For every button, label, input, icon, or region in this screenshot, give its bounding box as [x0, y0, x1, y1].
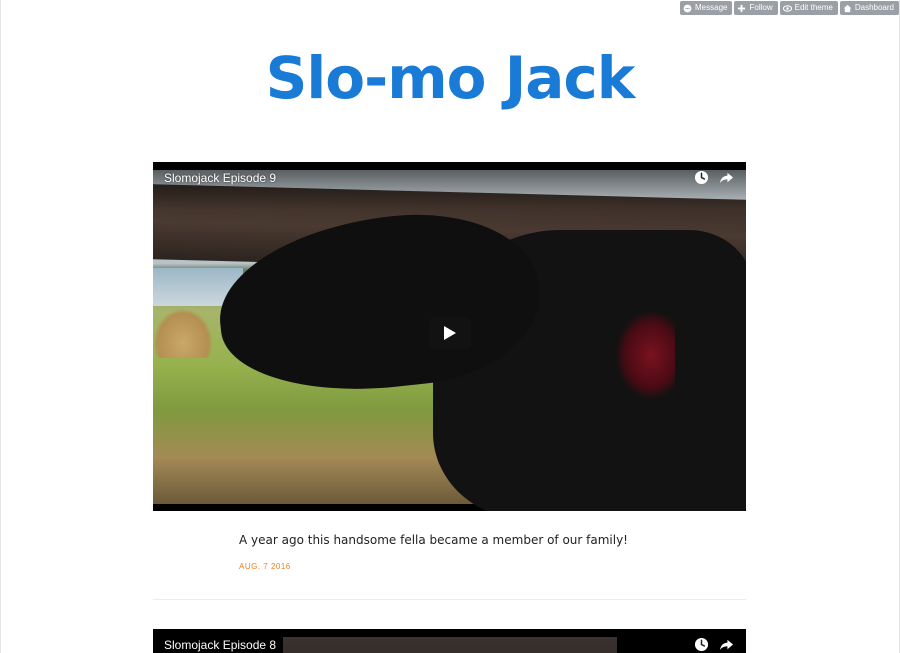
- video-title[interactable]: Slomojack Episode 9: [164, 170, 276, 186]
- plus-icon: [737, 4, 746, 13]
- share-icon[interactable]: [719, 170, 734, 185]
- thumbnail-collar: [615, 310, 675, 400]
- post-date-link[interactable]: AUG. 7 2016: [239, 562, 291, 571]
- blog-controls: Message Follow Edit theme Dashboard: [680, 1, 899, 15]
- video-thumbnail-2: [283, 637, 617, 653]
- blog-title[interactable]: Slo-mo Jack: [0, 40, 900, 116]
- edit-theme-label: Edit theme: [794, 3, 833, 12]
- share-icon[interactable]: [719, 637, 734, 652]
- post-divider: [153, 599, 746, 600]
- watch-later-icon[interactable]: [694, 170, 709, 185]
- play-icon: [444, 326, 456, 340]
- dashboard-button[interactable]: Dashboard: [839, 1, 899, 15]
- dashboard-label: Dashboard: [854, 3, 894, 12]
- thumbnail-grass: [153, 308, 213, 358]
- video-player[interactable]: Slomojack Episode 9: [153, 162, 746, 511]
- post-caption: A year ago this handsome fella became a …: [239, 533, 628, 547]
- home-icon: [843, 4, 852, 13]
- message-button[interactable]: Message: [680, 1, 733, 15]
- eye-icon: [782, 4, 792, 13]
- watch-later-icon[interactable]: [694, 637, 709, 652]
- follow-button[interactable]: Follow: [734, 1, 778, 15]
- edit-theme-button[interactable]: Edit theme: [779, 1, 838, 15]
- video-toolbar-2: [694, 637, 734, 652]
- video-title-2[interactable]: Slomojack Episode 8: [164, 637, 276, 653]
- video-player-2[interactable]: Slomojack Episode 8: [153, 629, 746, 653]
- message-label: Message: [695, 3, 728, 12]
- video-toolbar: [694, 170, 734, 185]
- follow-label: Follow: [749, 3, 773, 12]
- play-button[interactable]: [429, 317, 471, 349]
- message-icon: [683, 4, 692, 13]
